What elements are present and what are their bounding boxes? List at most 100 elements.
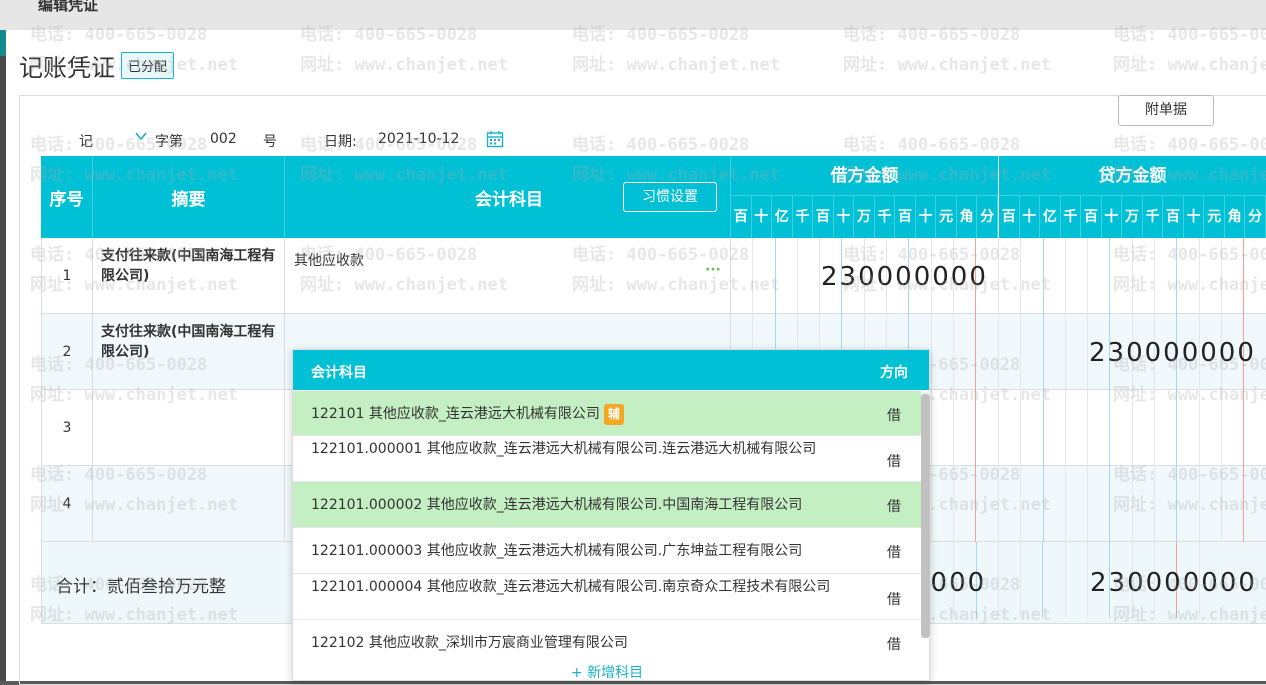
digit-column — [1177, 466, 1200, 542]
more-icon[interactable]: ··· — [705, 262, 721, 278]
digit-column — [1044, 238, 1066, 314]
dropdown-option[interactable]: 122101.000003 其他应收款_连云港远大机械有限公司.广东坤益工程有限… — [293, 528, 921, 574]
digit-unit-label: 十 — [916, 196, 937, 238]
habit-settings-button[interactable]: 习惯设置 — [623, 182, 717, 212]
digit-column — [1110, 238, 1133, 314]
row-index: 4 — [41, 466, 93, 542]
calendar-icon[interactable] — [486, 130, 504, 152]
digit-column — [1066, 466, 1089, 542]
digit-column — [1066, 390, 1089, 466]
scrollbar-thumb[interactable] — [921, 394, 930, 638]
row-summary[interactable] — [93, 466, 285, 542]
credit-cells[interactable] — [999, 466, 1266, 542]
attachments-button[interactable]: 附单据 — [1118, 95, 1214, 126]
total-label: 合计：贰佰叁拾万元整 — [56, 577, 226, 597]
option-direction: 借 — [887, 545, 901, 561]
digit-column — [1044, 390, 1066, 466]
date-label: 日期: — [324, 134, 357, 150]
digit-column — [776, 238, 798, 314]
dropdown-option[interactable]: 122102 其他应收款_深圳市万宸商业管理有限公司 借 — [293, 620, 921, 656]
digit-unit-label: 百 — [1081, 196, 1102, 238]
dialog-titlebar: 编辑凭证 — [0, 0, 1266, 30]
digit-unit-label: 百 — [813, 196, 834, 238]
credit-cells[interactable] — [999, 390, 1266, 466]
debit-amount: 230000000 — [821, 262, 988, 292]
row-account[interactable]: 其他应收款 ··· — [285, 238, 731, 314]
col-credit: 贷方金额 百十亿千百十万千百十元角分 — [999, 156, 1266, 238]
digit-column — [1044, 314, 1066, 390]
digit-column — [1155, 390, 1178, 466]
digit-column — [976, 390, 999, 466]
digit-column — [798, 238, 821, 314]
digit-unit-label: 百 — [895, 196, 916, 238]
dropdown-option[interactable]: 122101.000001 其他应收款_连云港远大机械有限公司.连云港远大机械有… — [293, 436, 921, 482]
col-summary: 摘要 — [93, 156, 285, 238]
digit-column — [1043, 542, 1066, 618]
add-account-link[interactable]: + 新增科目 — [293, 662, 921, 682]
digit-column — [1244, 466, 1266, 542]
digit-column — [1222, 238, 1245, 314]
digit-unit-label: 十 — [1102, 196, 1123, 238]
digit-column — [1021, 238, 1044, 314]
option-name: 122101 其他应收款_连云港远大机械有限公司辅 — [311, 404, 851, 425]
credit-label: 贷方金额 — [999, 156, 1266, 196]
digit-column — [1021, 466, 1044, 542]
voucher-header: 记账凭证 已分配 — [19, 48, 175, 83]
row-index: 3 — [41, 390, 93, 466]
chevron-down-icon[interactable] — [134, 129, 148, 147]
digit-unit-label: 百 — [1163, 196, 1184, 238]
digit-column — [954, 390, 977, 466]
digit-unit-label: 元 — [936, 196, 957, 238]
digit-column — [1200, 390, 1222, 466]
digit-unit-label: 分 — [1245, 196, 1266, 238]
debit-digit-units: 百十亿千百十万千百十元角分 — [731, 196, 998, 238]
row-summary[interactable] — [93, 390, 285, 466]
digit-column — [1222, 466, 1245, 542]
voucher-heading: 记账凭证 — [19, 54, 115, 82]
dropdown-scrollbar[interactable] — [921, 392, 930, 638]
digit-unit-label: 万 — [854, 196, 875, 238]
digit-unit-label: 百 — [731, 196, 752, 238]
digit-column — [1021, 390, 1044, 466]
dialog-title: 编辑凭证 — [38, 0, 99, 14]
digit-column — [731, 238, 754, 314]
option-direction: 借 — [887, 454, 901, 470]
row-summary[interactable]: 支付往来款(中国南海工程有限公司) — [93, 238, 285, 314]
col-index: 序号 — [41, 156, 93, 238]
account-dropdown: 会计科目 方向 122101 其他应收款_连云港远大机械有限公司辅 借 1221… — [292, 349, 930, 681]
option-direction: 借 — [887, 592, 901, 608]
type-suffix-label: 字第 — [155, 134, 183, 150]
digit-column — [1021, 314, 1044, 390]
digit-column — [976, 314, 999, 390]
dropdown-header: 会计科目 方向 — [293, 350, 929, 390]
digit-unit-label: 亿 — [772, 196, 793, 238]
digit-unit-label: 千 — [1061, 196, 1082, 238]
digit-column — [1021, 542, 1044, 618]
date-input[interactable]: 2021-10-12 — [378, 131, 459, 147]
dropdown-col-direction: 方向 — [880, 365, 908, 381]
digit-column — [1066, 314, 1089, 390]
dropdown-option[interactable]: 122101.000004 其他应收款_连云港远大机械有限公司.南京奇众工程技术… — [293, 574, 921, 620]
digit-column — [1044, 466, 1066, 542]
digit-column — [999, 390, 1022, 466]
option-name: 122101.000001 其他应收款_连云港远大机械有限公司.连云港远大机械有… — [311, 441, 817, 457]
row-index: 1 — [41, 238, 93, 314]
voucher-number-input[interactable]: 002 — [210, 131, 237, 147]
dropdown-option[interactable]: 122101 其他应收款_连云港远大机械有限公司辅 借 — [293, 391, 921, 436]
digit-unit-label: 百 — [999, 196, 1020, 238]
dropdown-col-account: 会计科目 — [311, 365, 367, 381]
digit-unit-label: 元 — [1204, 196, 1225, 238]
credit-cells[interactable] — [999, 238, 1266, 314]
digit-column — [954, 314, 977, 390]
option-direction: 借 — [887, 499, 901, 515]
row-summary[interactable]: 支付往来款(中国南海工程有限公司) — [93, 314, 285, 390]
number-suffix-label: 号 — [263, 134, 277, 150]
voucher-type-select[interactable]: 记 — [79, 131, 93, 151]
dropdown-option[interactable]: 122101.000002 其他应收款_连云港远大机械有限公司.中国南海工程有限… — [293, 482, 921, 528]
digit-unit-label: 角 — [1225, 196, 1246, 238]
table-row[interactable]: 1 支付往来款(中国南海工程有限公司) 其他应收款 ··· 230000000 — [41, 238, 1266, 314]
debit-label: 借方金额 — [731, 156, 998, 196]
digit-column — [999, 238, 1022, 314]
auxiliary-tag: 辅 — [603, 404, 624, 425]
digit-column — [1066, 238, 1089, 314]
